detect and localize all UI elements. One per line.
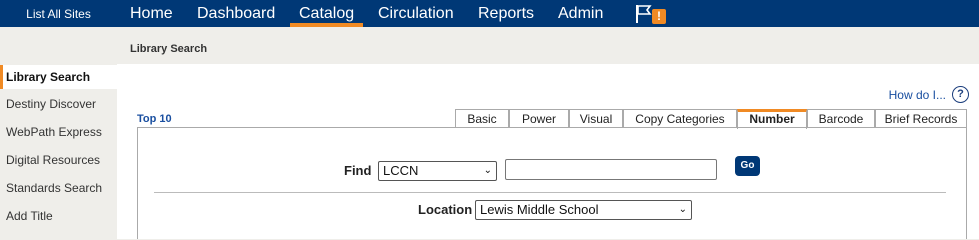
location-select[interactable]: Lewis Middle School ⌄ (475, 200, 692, 220)
divider (154, 192, 946, 193)
page-title: Library Search (130, 43, 208, 55)
nav-home[interactable]: Home (130, 0, 173, 27)
location-value: Lewis Middle School (480, 202, 599, 217)
sidebar-item-library-search[interactable]: Library Search (0, 65, 117, 89)
go-button[interactable]: Go (735, 156, 760, 176)
sidebar: Library Search Destiny Discover WebPath … (0, 64, 117, 239)
nav-reports[interactable]: Reports (478, 0, 534, 27)
tab-visual[interactable]: Visual (569, 109, 623, 128)
page-header: Library Search (117, 27, 979, 64)
chevron-down-icon: ⌄ (678, 204, 687, 215)
tab-copy-categories[interactable]: Copy Categories (623, 109, 737, 128)
find-type-value: LCCN (383, 163, 419, 178)
nav-admin[interactable]: Admin (558, 0, 603, 27)
sidebar-item-standards-search[interactable]: Standards Search (0, 176, 117, 200)
alerts-button[interactable]: ! (634, 3, 674, 25)
sidebar-item-destiny-discover[interactable]: Destiny Discover (0, 92, 117, 116)
tab-barcode[interactable]: Barcode (807, 109, 875, 128)
find-label: Find (344, 163, 372, 178)
tab-power[interactable]: Power (509, 109, 569, 128)
help-icon[interactable]: ? (952, 86, 969, 103)
alert-badge: ! (657, 9, 661, 23)
sidebar-item-digital-resources[interactable]: Digital Resources (0, 148, 117, 172)
tab-brief-records[interactable]: Brief Records (875, 109, 967, 128)
search-panel: Find LCCN ⌄ Go Location Lewis Middle Sch… (137, 127, 967, 239)
top-10-link[interactable]: Top 10 (137, 113, 172, 125)
find-type-select[interactable]: LCCN ⌄ (378, 161, 497, 181)
tab-number[interactable]: Number (737, 109, 807, 129)
sidebar-item-webpath-express[interactable]: WebPath Express (0, 120, 117, 144)
chevron-down-icon: ⌄ (483, 165, 492, 176)
nav-circulation[interactable]: Circulation (378, 0, 454, 27)
find-input[interactable] (505, 159, 717, 180)
list-all-sites-link[interactable]: List All Sites (0, 0, 117, 27)
sidebar-item-add-title[interactable]: Add Title (0, 204, 117, 228)
nav-catalog[interactable]: Catalog (289, 0, 364, 27)
top-navbar: List All Sites Home Dashboard Catalog Ci… (0, 0, 979, 27)
nav-dashboard[interactable]: Dashboard (197, 0, 275, 27)
main-content: How do I... ? Top 10 Basic Power Visual … (117, 64, 979, 239)
how-do-i-link[interactable]: How do I... (889, 88, 946, 102)
location-label: Location (418, 202, 473, 217)
tab-basic[interactable]: Basic (455, 109, 509, 128)
